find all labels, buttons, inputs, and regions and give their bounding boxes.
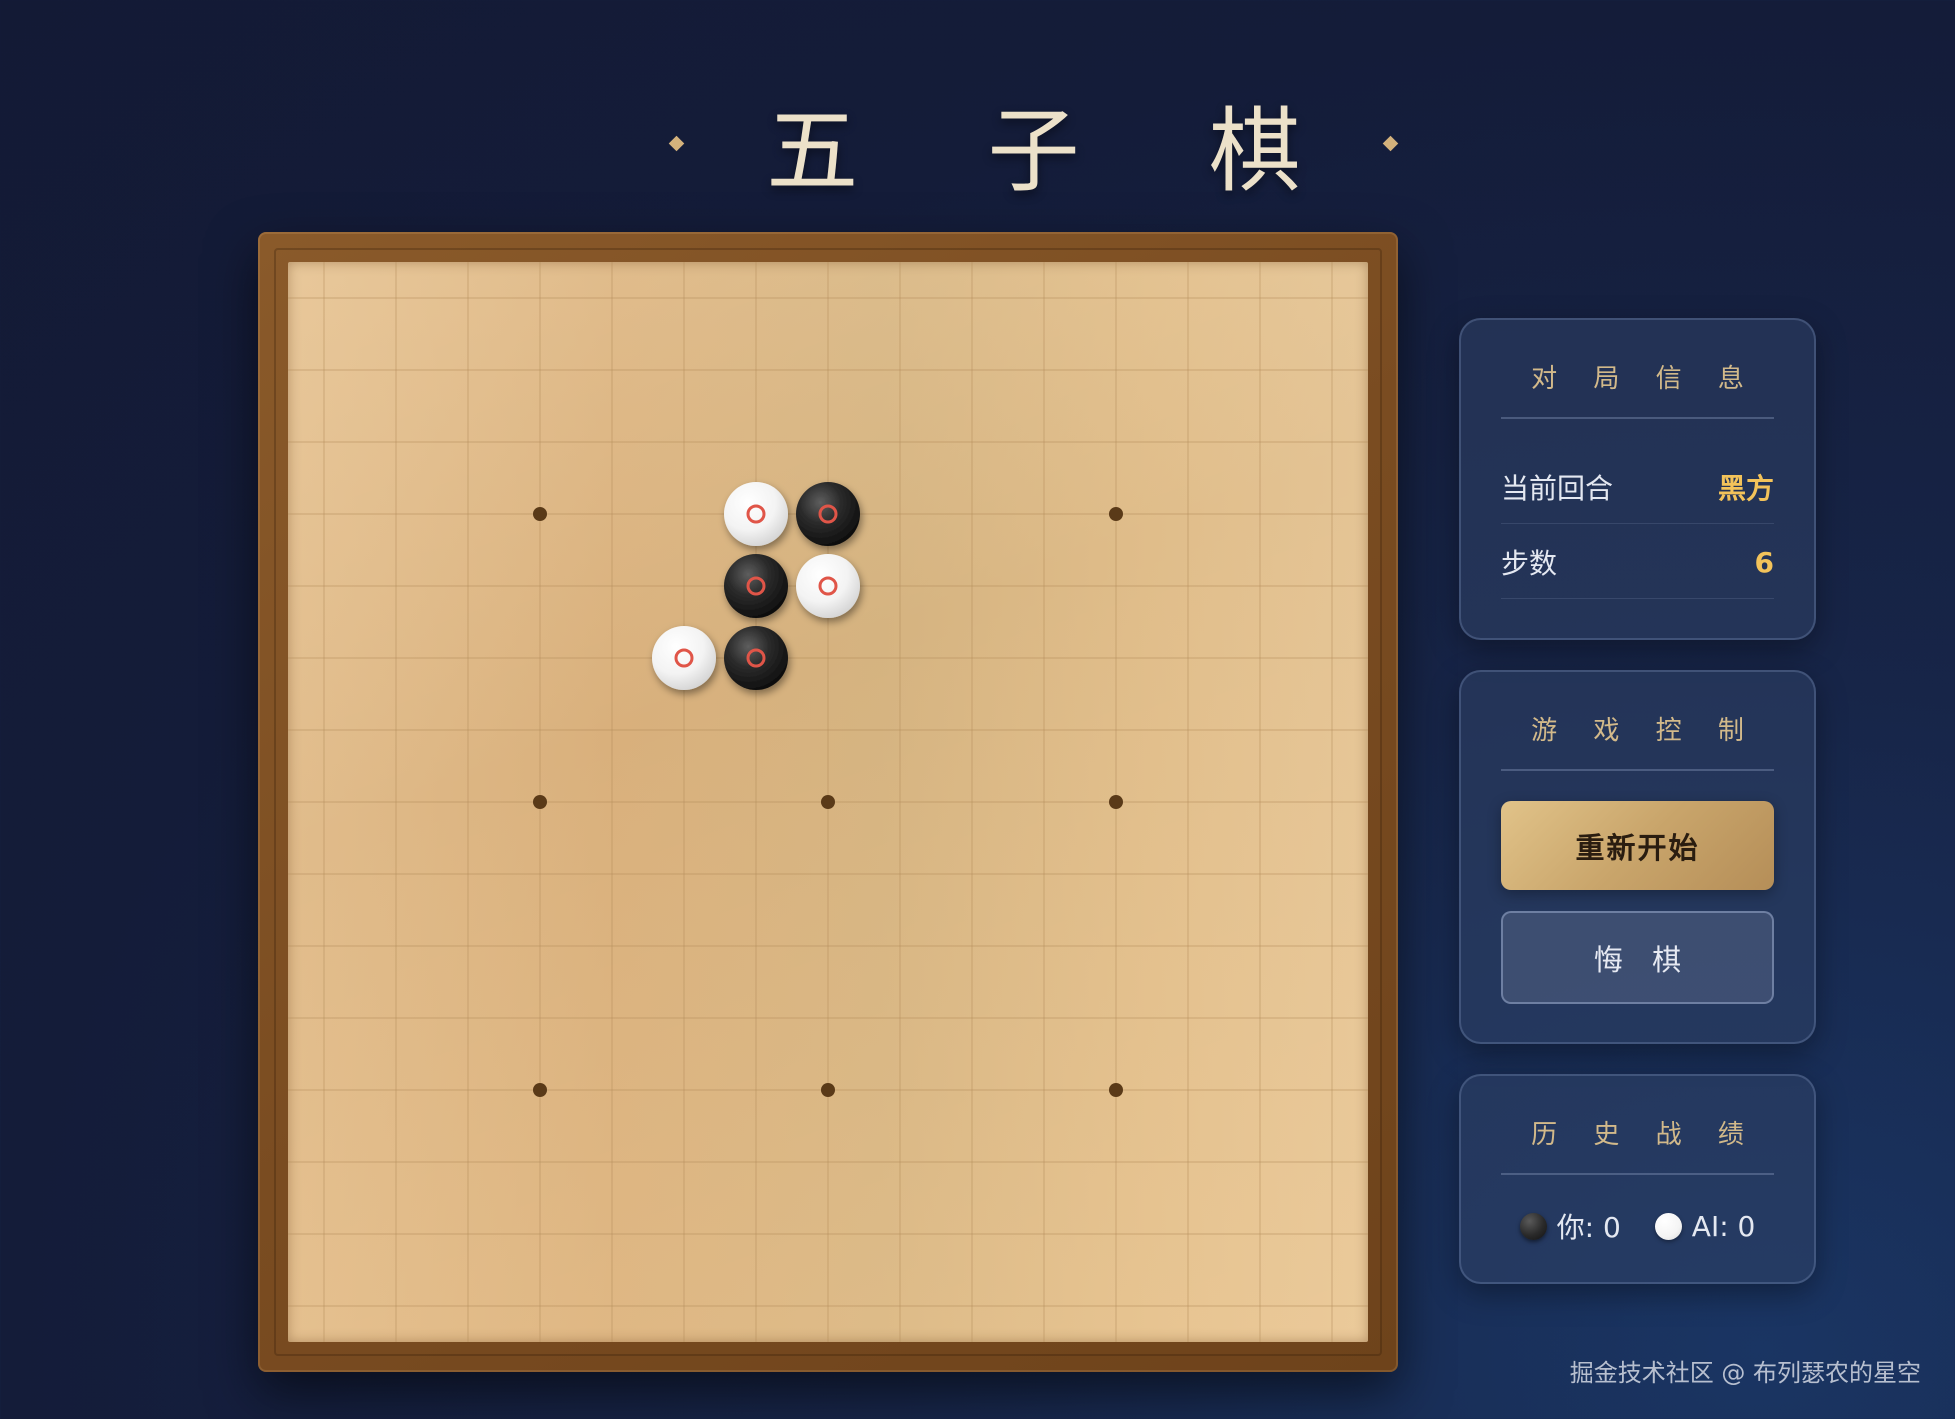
- star-point: [821, 1083, 835, 1097]
- move-count-label: 步数: [1501, 547, 1558, 580]
- white-stone: [724, 482, 788, 546]
- watermark: 掘金技术社区 @ 布列瑟农的星空: [1569, 1359, 1921, 1387]
- black-stone-icon: [1519, 1212, 1547, 1240]
- divider: [1501, 417, 1774, 419]
- restart-button[interactable]: 重新开始: [1501, 801, 1774, 890]
- diamond-ornament-icon: [668, 135, 685, 151]
- black-stone: [724, 626, 788, 690]
- title-bar: 五 子 棋: [0, 88, 1955, 205]
- panel-title: 游 戏 控 制: [1531, 716, 1758, 746]
- board-grid[interactable]: [288, 262, 1368, 1342]
- undo-button[interactable]: 悔 棋: [1501, 911, 1774, 1004]
- white-stone: [796, 554, 860, 618]
- black-stone: [796, 482, 860, 546]
- white-stone: [652, 626, 716, 690]
- ai-score: AI: 0: [1654, 1209, 1756, 1243]
- star-point: [821, 795, 835, 809]
- divider: [1501, 1173, 1774, 1175]
- star-point: [533, 1083, 547, 1097]
- star-point: [1109, 795, 1123, 809]
- diamond-ornament-icon: [1382, 135, 1399, 151]
- star-point: [1109, 507, 1123, 521]
- ai-score-text: AI: 0: [1691, 1209, 1756, 1243]
- star-point: [533, 507, 547, 521]
- score-row: 你: 0 AI: 0: [1501, 1206, 1774, 1246]
- history-record-panel: 历 史 战 绩 你: 0 AI: 0: [1459, 1074, 1816, 1284]
- page-title: 五 子 棋: [766, 97, 1351, 205]
- game-info-panel: 对 局 信 息 当前回合 黑方 步数 6: [1459, 318, 1816, 640]
- current-turn-value: 黑方: [1717, 472, 1774, 505]
- player-score-text: 你: 0: [1556, 1211, 1621, 1244]
- board-frame: [258, 232, 1398, 1372]
- game-board[interactable]: [288, 262, 1368, 1342]
- panel-title: 历 史 战 绩: [1531, 1120, 1758, 1150]
- panel-title: 对 局 信 息: [1531, 364, 1758, 394]
- star-point: [1109, 1083, 1123, 1097]
- current-turn-row: 当前回合 黑方: [1501, 451, 1774, 524]
- divider: [1501, 769, 1774, 771]
- black-stone: [724, 554, 788, 618]
- game-control-panel: 游 戏 控 制 重新开始 悔 棋: [1459, 670, 1816, 1044]
- current-turn-label: 当前回合: [1501, 472, 1614, 505]
- move-count-value: 6: [1754, 545, 1774, 579]
- star-point: [533, 795, 547, 809]
- move-count-row: 步数 6: [1501, 526, 1774, 599]
- player-score: 你: 0: [1519, 1206, 1621, 1246]
- white-stone-icon: [1654, 1212, 1682, 1240]
